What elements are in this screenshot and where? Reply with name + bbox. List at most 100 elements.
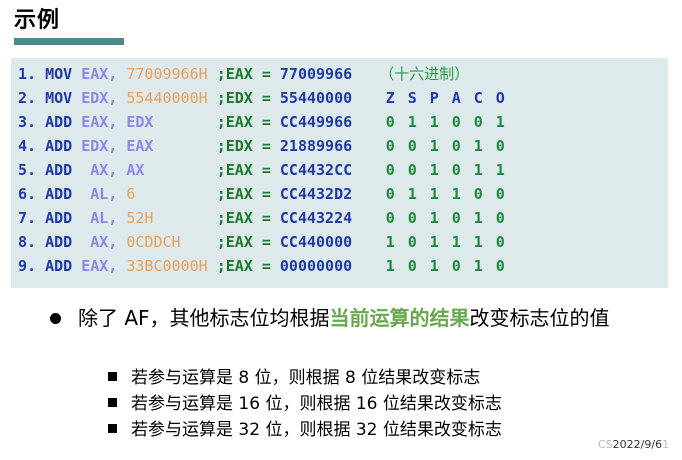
flag-c-header: C: [473, 89, 483, 107]
flag-value: 1: [451, 233, 461, 251]
flag-value: 0: [407, 257, 417, 275]
title-underline-bar: [14, 38, 124, 45]
line-number: 1.: [18, 65, 37, 83]
date-text: 2022/9/6: [612, 438, 663, 451]
comment-register: ;EAX =: [216, 185, 280, 203]
flag-values: 101010: [379, 257, 511, 275]
line-number: 5.: [18, 161, 37, 179]
opcode: ADD: [45, 113, 73, 131]
operand-src: 6: [126, 185, 136, 203]
opcode: MOV: [45, 65, 73, 83]
flag-value: 1: [407, 113, 417, 131]
comment-register: ;EDX =: [216, 137, 280, 155]
code-line: 6. ADD AL, 6 ;EAX = CC4432D2 011100: [18, 182, 511, 206]
flag-value: 0: [495, 137, 505, 155]
comment-value: CC4432CC: [279, 161, 353, 179]
opcode: MOV: [45, 89, 73, 107]
sub-bullet: 若参与运算是 8 位，则根据 8 位结果改变标志: [108, 366, 480, 390]
flag-value: 0: [473, 185, 483, 203]
operand-dest: AL,: [90, 209, 118, 227]
opcode: ADD: [45, 257, 73, 275]
flag-value: 1: [451, 185, 461, 203]
opcode: ADD: [45, 137, 73, 155]
comment-value: 77009966: [279, 65, 353, 83]
operand-dest: EDX,: [81, 137, 118, 155]
flag-value: 0: [385, 161, 395, 179]
flag-value: 0: [385, 185, 395, 203]
flag-values: 001011: [379, 161, 511, 179]
flag-value: 0: [451, 161, 461, 179]
flag-value: 1: [429, 257, 439, 275]
flag-value: 1: [407, 185, 417, 203]
flag-value: 0: [385, 113, 395, 131]
line-number: 4.: [18, 137, 37, 155]
slide-title: 示例: [14, 8, 61, 33]
flag-value: 1: [429, 137, 439, 155]
flag-a-header: A: [451, 89, 461, 107]
flag-values: 011100: [379, 185, 511, 203]
flag-value: 0: [451, 137, 461, 155]
flag-value: 0: [407, 137, 417, 155]
flag-value: 0: [451, 113, 461, 131]
comment-register: ;EAX =: [216, 113, 280, 131]
flag-value: 1: [385, 257, 395, 275]
code-line: 2. MOV EDX, 55440000H ;EDX = 55440000 ZS…: [18, 86, 511, 110]
flag-value: 0: [385, 137, 395, 155]
flag-value: 0: [495, 257, 505, 275]
code-line: 9. ADD EAX, 33BC0000H ;EAX = 00000000 10…: [18, 254, 511, 278]
flag-value: 0: [495, 233, 505, 251]
code-line: 3. ADD EAX, EDX ;EAX = CC449966 011001: [18, 110, 511, 134]
line-number: 2.: [18, 89, 37, 107]
line-number: 8.: [18, 233, 37, 251]
flag-value: 0: [407, 161, 417, 179]
sub-bullet: 若参与运算是 16 位，则根据 16 位结果改变标志: [108, 392, 502, 416]
line-number: 6.: [18, 185, 37, 203]
flag-z-header: Z: [385, 89, 395, 107]
comment-value: CC443224: [279, 209, 353, 227]
operand-dest: EAX,: [81, 113, 118, 131]
sub-bullet-text: 若参与运算是 16 位，则根据 16 位结果改变标志: [131, 394, 502, 414]
bullet-text-post: 改变标志位的值: [469, 306, 610, 330]
comment-value: CC440000: [279, 233, 353, 251]
comment-value: CC449966: [279, 113, 353, 131]
main-bullet-text: 除了 AF，其他标志位均根据当前运算的结果改变标志位的值: [78, 304, 668, 332]
flag-value: 0: [495, 185, 505, 203]
comment-value: 00000000: [279, 257, 353, 275]
square-bullet-icon: [108, 397, 117, 407]
flag-value: 1: [473, 161, 483, 179]
flag-value: 1: [429, 113, 439, 131]
sub-bullet: 若参与运算是 32 位，则根据 32 位结果改变标志: [108, 418, 502, 442]
flag-value: 1: [429, 185, 439, 203]
operand-src: 0CDDCH: [126, 233, 181, 251]
opcode: ADD: [45, 185, 73, 203]
opcode: ADD: [45, 233, 73, 251]
flag-value: 1: [473, 209, 483, 227]
line-number: 9.: [18, 257, 37, 275]
comment-register: ;EAX =: [216, 161, 280, 179]
flag-value: 1: [473, 257, 483, 275]
code-line: 5. ADD AX, AX ;EAX = CC4432CC 001011: [18, 158, 511, 182]
flag-value: 0: [407, 209, 417, 227]
code-line: 1. MOV EAX, 77009966H ;EAX = 77009966 （十…: [18, 62, 469, 86]
sub-bullet-text: 若参与运算是 8 位，则根据 8 位结果改变标志: [131, 368, 481, 388]
code-line: 4. ADD EDX, EAX ;EDX = 21889966 001010: [18, 134, 511, 158]
flag-values: 101110: [379, 233, 511, 251]
flag-value: 0: [451, 257, 461, 275]
square-bullet-icon: [108, 423, 117, 433]
flag-values: 011001: [379, 113, 511, 131]
watermark-tail: 1: [662, 438, 670, 451]
operand-dest: AL,: [90, 185, 118, 203]
flag-s-header: S: [407, 89, 417, 107]
line-number: 7.: [18, 209, 37, 227]
flag-value: 1: [473, 137, 483, 155]
bullet-text-pre: 除了 AF，其他标志位均根据: [78, 306, 330, 330]
operand-dest: EAX,: [81, 257, 118, 275]
operand-src: AX: [126, 161, 145, 179]
opcode: ADD: [45, 161, 73, 179]
comment-register: ;EDX =: [216, 89, 280, 107]
bullet-highlight: 当前运算的结果: [329, 306, 470, 330]
comment-value: CC4432D2: [279, 185, 353, 203]
flag-p-header: P: [429, 89, 439, 107]
comment-register: ;EAX =: [216, 65, 280, 83]
footer-date: CS2022/9/61: [598, 438, 669, 451]
